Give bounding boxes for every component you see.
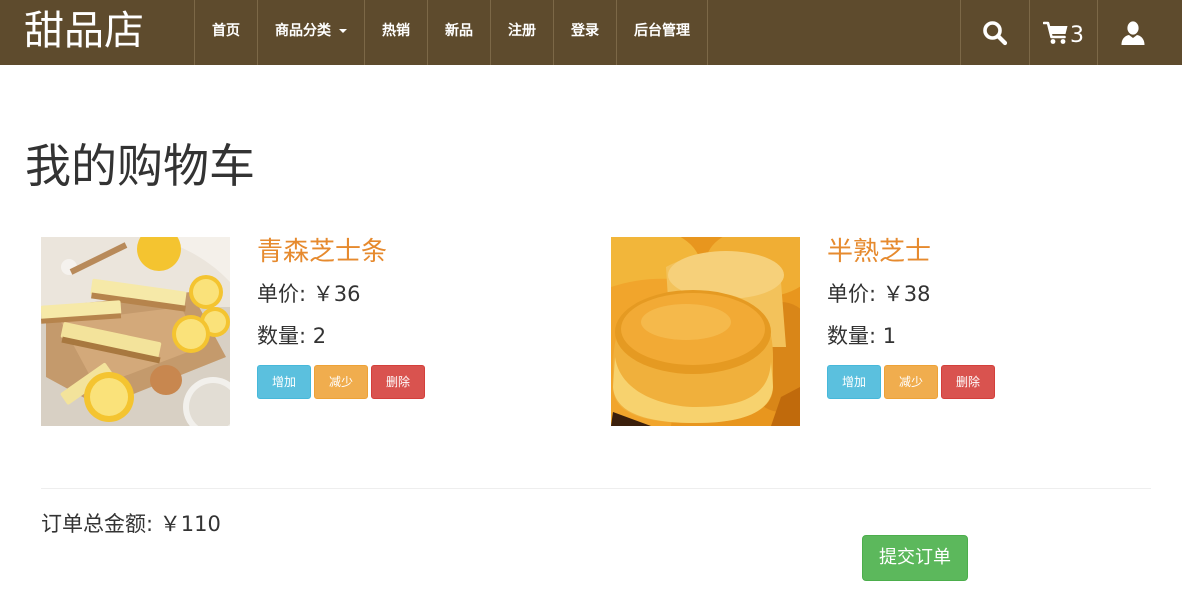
- item-price: 单价: ￥38: [827, 282, 931, 306]
- nav-categories-dropdown[interactable]: 商品分类: [258, 0, 365, 65]
- product-image-cheese-stick[interactable]: [41, 237, 230, 426]
- cart-count-badge: 3: [1070, 23, 1084, 48]
- nav-new[interactable]: 新品: [428, 0, 491, 65]
- cart-item: 青森芝士条 单价: ￥36 数量: 2 增加 减少 删除: [41, 237, 471, 427]
- main-nav: 首页 商品分类 热销 新品 注册 登录 后台管理: [194, 0, 708, 65]
- item-actions: 增加 减少 删除: [257, 365, 471, 399]
- brand-logo[interactable]: 甜品店: [24, 0, 144, 65]
- item-quantity: 数量: 2: [257, 324, 327, 348]
- item-quantity: 数量: 1: [827, 324, 897, 348]
- decrease-button[interactable]: 减少: [314, 365, 368, 399]
- product-image-half-baked-cheese[interactable]: [611, 237, 800, 426]
- item-info: 青森芝士条 单价: ￥36 数量: 2 增加 减少 删除: [257, 237, 471, 399]
- nav-home[interactable]: 首页: [195, 0, 258, 65]
- item-actions: 增加 减少 删除: [827, 365, 1041, 399]
- divider: [41, 488, 1151, 489]
- product-image: [611, 237, 800, 426]
- nav-actions: 3: [960, 0, 1168, 65]
- top-navbar: 甜品店 首页 商品分类 热销 新品 注册 登录 后台管理 3: [0, 0, 1182, 65]
- nav-admin[interactable]: 后台管理: [617, 0, 708, 65]
- user-icon: [1121, 20, 1145, 45]
- submit-order-button[interactable]: 提交订单: [862, 535, 968, 581]
- nav-login[interactable]: 登录: [554, 0, 617, 65]
- cart-button[interactable]: 3: [1030, 0, 1098, 65]
- caret-down-icon: [339, 29, 347, 33]
- delete-button[interactable]: 删除: [941, 365, 995, 399]
- order-total: 订单总金额: ￥110: [41, 512, 221, 536]
- nav-register[interactable]: 注册: [491, 0, 554, 65]
- page-title: 我的购物车: [25, 139, 255, 193]
- user-account-button[interactable]: [1098, 0, 1168, 65]
- delete-button[interactable]: 删除: [371, 365, 425, 399]
- increase-button[interactable]: 增加: [257, 365, 311, 399]
- cart-item: 半熟芝士 单价: ￥38 数量: 1 增加 减少 删除: [611, 237, 1041, 427]
- search-icon: [983, 20, 1008, 45]
- nav-categories-label: 商品分类: [275, 23, 331, 39]
- nav-hot[interactable]: 热销: [365, 0, 428, 65]
- item-price: 单价: ￥36: [257, 282, 361, 306]
- decrease-button[interactable]: 减少: [884, 365, 938, 399]
- item-info: 半熟芝士 单价: ￥38 数量: 1 增加 减少 删除: [827, 237, 1041, 399]
- product-image: [41, 237, 230, 426]
- cart-icon: [1043, 21, 1068, 44]
- increase-button[interactable]: 增加: [827, 365, 881, 399]
- item-name[interactable]: 青森芝士条: [257, 237, 471, 267]
- item-name[interactable]: 半熟芝士: [827, 237, 1041, 267]
- search-button[interactable]: [961, 0, 1030, 65]
